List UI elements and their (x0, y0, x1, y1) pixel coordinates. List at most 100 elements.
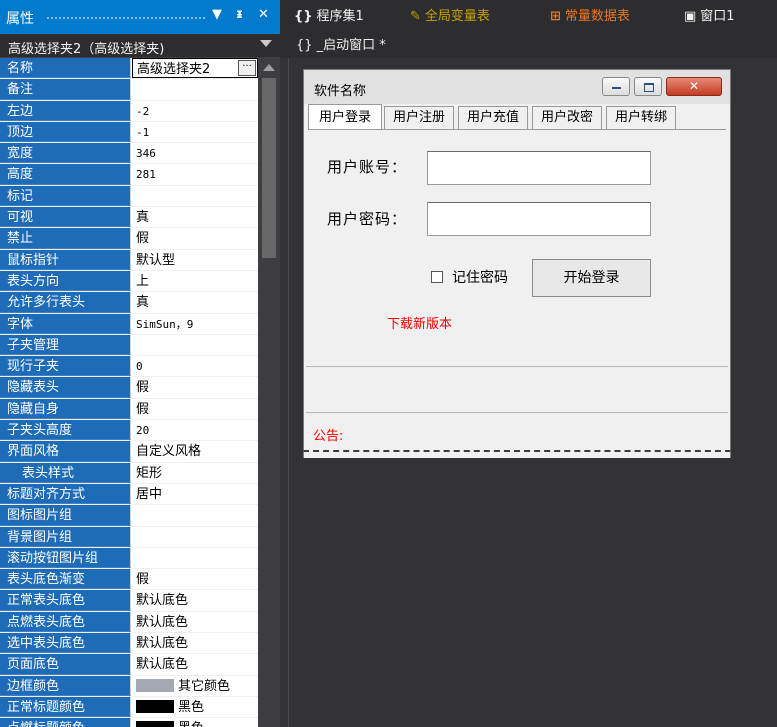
tab-label: 程序集1 (316, 9, 364, 24)
property-value[interactable]: 默认底色 (132, 633, 258, 653)
chevron-down-icon[interactable] (260, 40, 272, 47)
property-value[interactable]: 默认底色 (132, 590, 258, 610)
property-row[interactable]: 点燃表头底色 默认底色 (0, 611, 258, 634)
property-value[interactable]: 上 (132, 271, 258, 291)
tab-user-register[interactable]: 用户注册 (384, 106, 454, 130)
tab-global-variables[interactable]: ✎ 全局变量表 (410, 0, 490, 34)
property-value[interactable]: 居中 (132, 484, 258, 504)
property-value[interactable]: 矩形 (132, 463, 258, 483)
password-input[interactable] (427, 202, 651, 236)
tab-program-set[interactable]: {} 程序集1 (294, 0, 364, 34)
tab-window1[interactable]: ▣ 窗口1 (684, 0, 735, 34)
property-value[interactable] (132, 527, 258, 547)
property-row[interactable]: 正常标题颜色 黑色 (0, 696, 258, 719)
property-value[interactable]: 假 (132, 228, 258, 248)
maximize-button[interactable] (634, 77, 662, 96)
property-row[interactable]: 高度 281 (0, 164, 258, 186)
property-value[interactable] (132, 335, 258, 355)
property-value[interactable]: 自定义风格 (132, 441, 258, 461)
property-value[interactable]: 20 (132, 420, 258, 440)
property-value[interactable]: 真 (132, 292, 258, 312)
remember-password-label[interactable]: 记住密码 (452, 267, 508, 287)
property-name: 子夹管理 (0, 334, 131, 356)
pin-icon[interactable]: ᵻ (236, 7, 243, 22)
object-selector[interactable]: 高级选择夹2（高级选择夹) (0, 34, 280, 58)
property-row[interactable]: 正常表头底色 默认底色 (0, 590, 258, 612)
tab-user-recharge[interactable]: 用户充值 (458, 106, 528, 130)
account-input[interactable] (427, 151, 651, 185)
property-row[interactable]: 宽度 346 (0, 143, 258, 165)
property-row[interactable]: 选中表头底色 默认底色 (0, 633, 258, 655)
login-button[interactable]: 开始登录 (532, 259, 651, 297)
property-row[interactable]: 背景图片组 (0, 526, 258, 548)
property-row[interactable]: 表头样式 矩形 (0, 462, 258, 484)
property-row[interactable]: 允许多行表头真 (0, 292, 258, 314)
tab-constants[interactable]: ⊞ 常量数据表 (550, 0, 630, 34)
property-name: 子夹头高度 (0, 420, 131, 441)
property-row[interactable]: 滚动按钮图片组 (0, 547, 258, 570)
property-value[interactable]: 0 (132, 356, 258, 376)
property-name: 边框颜色 (0, 675, 131, 696)
tab-user-rebind[interactable]: 用户转绑 (606, 106, 676, 130)
minimize-button[interactable] (602, 77, 630, 96)
tab-startup-window[interactable]: {} _启动窗口 * (296, 34, 386, 58)
property-row[interactable]: 边框颜色 其它颜色 (0, 675, 258, 697)
property-grid-scrollbar[interactable] (258, 58, 280, 727)
property-row[interactable]: 标题对齐方式 居中 (0, 483, 258, 506)
panel-menu-dropdown-icon[interactable]: ▼ (212, 7, 222, 22)
ellipsis-button[interactable]: ··· (238, 60, 256, 76)
property-name: 正常表头底色 (0, 590, 131, 611)
property-value[interactable]: -1 (132, 122, 258, 142)
close-icon[interactable]: ✕ (258, 7, 269, 22)
property-value[interactable] (132, 186, 258, 206)
property-value[interactable]: 假 (132, 377, 258, 397)
property-row[interactable]: 左边 -2 (0, 100, 258, 122)
property-name: 鼠标指针 (0, 249, 131, 270)
property-row[interactable]: 点燃标题颜色 黑色 (0, 718, 258, 727)
property-row[interactable]: 名称 高级选择夹2 ··· (0, 58, 258, 80)
tab-user-login[interactable]: 用户登录 (308, 104, 382, 130)
property-value[interactable]: -2 (132, 101, 258, 121)
property-value[interactable]: 假 (132, 399, 258, 419)
property-row[interactable]: 禁止假 (0, 228, 258, 250)
property-value[interactable]: 其它颜色 (132, 676, 258, 696)
designer-window[interactable]: 软件名称 ✕ 用户登录 用户注册 用户充值 用户改密 用户转绑 用户账号： 用户… (303, 69, 731, 458)
property-row[interactable]: 子夹头高度 20 (0, 420, 258, 442)
property-row[interactable]: 界面风格 自定义风格 (0, 441, 258, 463)
property-row[interactable]: 图标图片组 (0, 505, 258, 527)
property-value[interactable]: 黑色 (132, 718, 258, 727)
property-row[interactable]: 备注 (0, 79, 258, 101)
remember-password-checkbox[interactable] (431, 271, 443, 283)
account-label: 用户账号： (327, 158, 408, 176)
property-value[interactable]: SimSun，9 (132, 314, 258, 334)
download-new-version-link[interactable]: 下载新版本 (387, 313, 452, 332)
property-value[interactable] (132, 79, 258, 99)
window-close-button[interactable]: ✕ (666, 77, 722, 96)
property-row[interactable]: 鼠标指针 默认型 (0, 249, 258, 271)
property-row[interactable]: 现行子夹 0 (0, 356, 258, 378)
property-row[interactable]: 隐藏表头假 (0, 377, 258, 399)
scroll-up-arrow-icon[interactable] (263, 64, 275, 71)
property-value[interactable]: 346 (132, 143, 258, 163)
property-row[interactable]: 表头方向上 (0, 270, 258, 293)
braces-icon: {} (294, 9, 313, 24)
property-row[interactable]: 可视真 (0, 207, 258, 229)
tab-user-change-password[interactable]: 用户改密 (532, 106, 602, 130)
property-value[interactable]: 默认底色 (132, 612, 258, 632)
property-value[interactable] (132, 548, 258, 568)
property-value[interactable]: 黑色 (132, 697, 258, 717)
property-row[interactable]: 顶边 -1 (0, 121, 258, 144)
property-row[interactable]: 字体 SimSun，9 (0, 313, 258, 335)
scrollbar-thumb[interactable] (262, 78, 276, 258)
property-value[interactable]: 默认型 (132, 250, 258, 270)
property-value[interactable]: 假 (132, 569, 258, 589)
property-row[interactable]: 隐藏自身假 (0, 398, 258, 421)
property-row[interactable]: 子夹管理 (0, 334, 258, 357)
property-value[interactable]: 真 (132, 207, 258, 227)
property-value[interactable]: 默认底色 (132, 654, 258, 674)
property-value[interactable] (132, 505, 258, 525)
property-row[interactable]: 页面底色 默认底色 (0, 654, 258, 676)
property-value[interactable]: 281 (132, 164, 258, 184)
property-row[interactable]: 标记 (0, 185, 258, 208)
property-row[interactable]: 表头底色渐变假 (0, 569, 258, 591)
